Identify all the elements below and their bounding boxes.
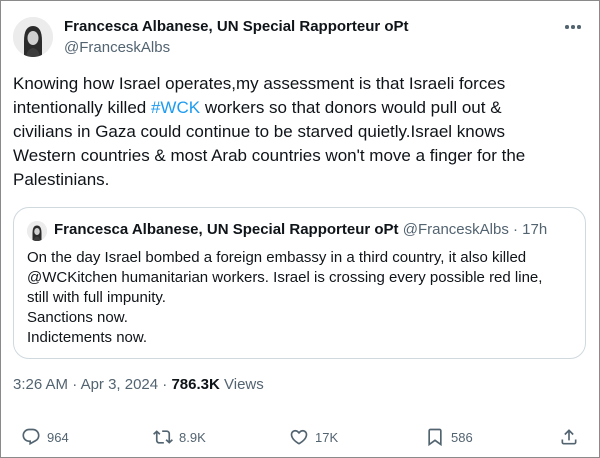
quoted-text: On the day Israel bombed a foreign embas… [27,249,543,346]
quoted-author-handle: @FranceskAlbs [402,221,509,238]
reply-button[interactable]: 964 [21,427,69,447]
quoted-header: Francesca Albanese, UN Special Rapporteu… [54,221,547,238]
bookmark-button[interactable]: 586 [425,427,473,447]
bookmark-icon [428,428,442,447]
like-button[interactable]: 17K [289,427,338,447]
repost-count: 8.9K [179,429,206,445]
tweet-time[interactable]: 3:26 AM [13,376,68,393]
author-handle[interactable]: @FranceskAlbs [64,39,170,56]
share-button[interactable] [559,427,579,447]
repost-icon [153,430,173,444]
views-label: Views [224,376,264,393]
quoted-author-name: Francesca Albanese, UN Special Rapporteu… [54,221,399,238]
avatar[interactable] [13,17,53,57]
tweet-meta: 3:26 AM · Apr 3, 2024 · 786.3K Views [13,376,264,393]
bookmark-count: 586 [451,429,473,445]
reply-count: 964 [47,429,69,445]
tweet-text: Knowing how Israel operates,my assessmen… [13,74,526,189]
quoted-time: 17h [522,221,548,238]
quoted-separator: · [513,221,518,238]
author-name[interactable]: Francesca Albanese, UN Special Rapporteu… [64,18,409,35]
repost-button[interactable]: 8.9K [153,427,206,447]
quoted-avatar [27,221,47,241]
reply-icon [22,428,40,446]
more-icon[interactable] [563,17,583,37]
quoted-tweet[interactable]: Francesca Albanese, UN Special Rapporteu… [13,207,586,359]
hashtag-link[interactable]: #WCK [151,98,200,117]
tweet-date[interactable]: Apr 3, 2024 [81,376,159,393]
share-icon [561,429,577,445]
like-count: 17K [315,429,339,445]
meta-separator: · [162,376,168,393]
meta-separator: · [72,376,78,393]
views-count: 786.3K [171,376,220,393]
tweet-card: Francesca Albanese, UN Special Rapporteu… [0,0,600,458]
like-icon [290,429,308,445]
